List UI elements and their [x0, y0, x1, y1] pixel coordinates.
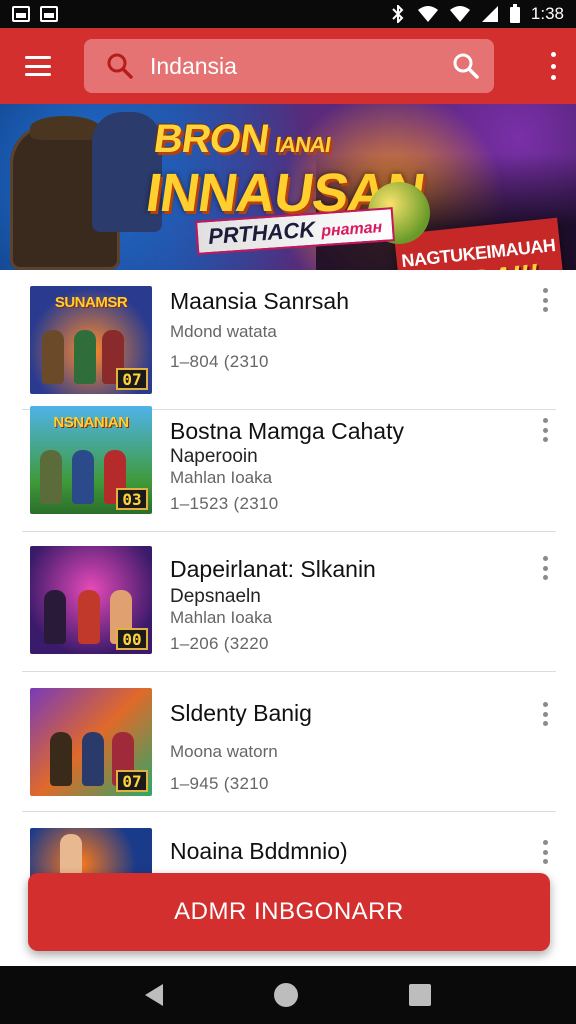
search-submit-icon[interactable]	[452, 52, 480, 80]
item-stat: 1–945 (3210	[170, 774, 269, 793]
item-meta: Mdond watata	[170, 322, 277, 341]
cell-signal-icon	[481, 6, 498, 22]
list-item[interactable]: 00 Dapeirlanat: Slkanin Depsnaeln Mahlan…	[0, 532, 576, 672]
hamburger-menu-icon[interactable]	[0, 28, 76, 104]
item-badge: 00	[116, 628, 148, 650]
more-vert-icon[interactable]	[542, 702, 548, 726]
status-bar: 1:38	[0, 0, 576, 28]
home-icon[interactable]	[273, 983, 298, 1007]
gallery-notification-icon	[40, 6, 58, 22]
list-item[interactable]: SUNAMSR 07 Maansia Sanrsah Mdond watata …	[0, 270, 576, 410]
item-subtitle: Naperooin	[170, 446, 258, 467]
list-item[interactable]: NSNANIAN 03 Bostna Mamga Cahaty Naperooi…	[0, 392, 576, 532]
item-title: Dapeirlanat: Slkanin	[170, 556, 376, 582]
item-title: Maansia Sanrsah	[170, 288, 349, 314]
more-vert-icon[interactable]	[542, 288, 548, 312]
item-thumbnail: 07	[30, 688, 152, 796]
list-item[interactable]: 07 Sldenty Banig Moona watorn 1–945 (321…	[0, 672, 576, 812]
more-vert-icon[interactable]	[542, 840, 548, 864]
more-vert-icon[interactable]	[542, 556, 548, 580]
search-icon	[107, 53, 133, 79]
item-stat: 1–206 (3220	[170, 634, 269, 653]
item-meta: Mahlan Ioaka	[170, 608, 273, 627]
item-meta: Mahlan Ioaka	[170, 468, 273, 487]
bluetooth-off-icon	[392, 5, 404, 23]
image-notification-icon	[12, 6, 30, 22]
wifi-icon	[417, 6, 438, 22]
item-badge: 03	[116, 488, 148, 510]
item-thumbnail: SUNAMSR 07	[30, 286, 152, 394]
search-input[interactable]: Indansia	[84, 39, 494, 93]
item-subtitle: Depsnaeln	[170, 586, 261, 607]
wifi-signal-icon	[449, 6, 470, 22]
banner-title-line1: BRON	[151, 117, 272, 161]
item-meta: Moona watorn	[170, 742, 278, 761]
item-title: Bostna Mamga Cahaty	[170, 418, 404, 444]
clock: 1:38	[530, 4, 564, 23]
more-vert-icon[interactable]	[548, 52, 558, 80]
recents-icon[interactable]	[408, 984, 431, 1006]
more-vert-icon[interactable]	[542, 418, 548, 442]
search-query-text: Indansia	[150, 52, 237, 79]
banner-title-line1-small: IANAI	[273, 132, 332, 157]
thumbnail-title: NSNANIAN	[53, 414, 129, 431]
item-title: Sldenty Banig	[170, 700, 312, 726]
item-thumbnail: NSNANIAN 03	[30, 406, 152, 514]
item-title: Noaina Bddmnio)	[170, 838, 348, 864]
item-badge: 07	[116, 770, 148, 792]
system-nav-bar	[0, 966, 576, 1024]
primary-action-button[interactable]: ADMR INBGONARR	[28, 873, 550, 951]
item-badge: 07	[116, 368, 148, 390]
item-stat: 1–804 (2310	[170, 352, 269, 371]
thumbnail-title: SUNAMSR	[54, 294, 128, 311]
back-icon[interactable]	[145, 984, 164, 1006]
item-stat: 1–1523 (2310	[170, 494, 279, 513]
item-thumbnail: 00	[30, 546, 152, 654]
battery-icon	[509, 4, 520, 23]
app-bar: Indansia	[0, 28, 576, 104]
